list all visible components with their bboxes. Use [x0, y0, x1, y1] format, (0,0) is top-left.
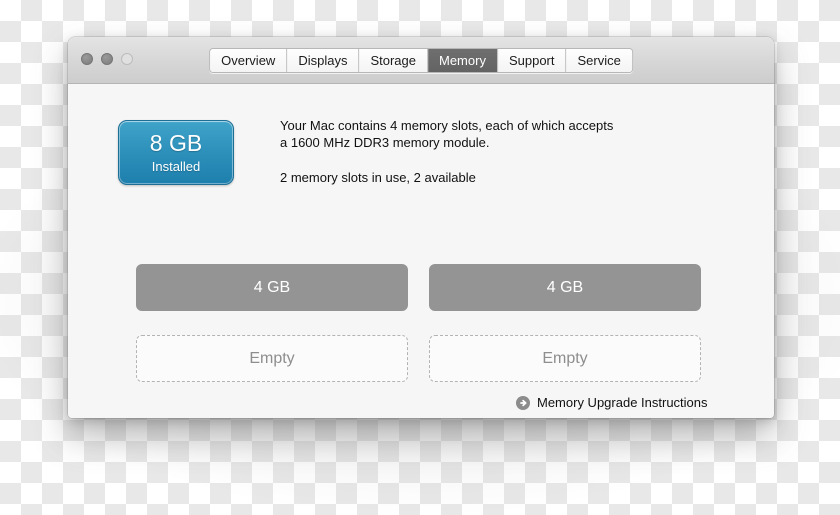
minimize-button[interactable]	[101, 53, 113, 65]
memory-upgrade-instructions-label: Memory Upgrade Instructions	[537, 395, 708, 410]
memory-description-line-1: Your Mac contains 4 memory slots, each o…	[280, 118, 614, 133]
installed-memory-state: Installed	[151, 159, 201, 174]
installed-memory-size: 8 GB	[149, 130, 203, 156]
tab-displays[interactable]: Displays	[286, 49, 359, 72]
tab-storage[interactable]: Storage	[358, 49, 427, 72]
memory-description: Your Mac contains 4 memory slots, each o…	[280, 117, 700, 186]
traffic-light-controls	[81, 53, 133, 65]
memory-upgrade-instructions-link[interactable]: Memory Upgrade Instructions	[516, 395, 708, 410]
zoom-button[interactable]	[121, 53, 133, 65]
memory-slot-2[interactable]: 4 GB	[429, 264, 701, 311]
memory-slot-1[interactable]: 4 GB	[136, 264, 408, 311]
memory-slot-grid: 4 GB 4 GB Empty Empty	[136, 264, 701, 382]
tab-service[interactable]: Service	[565, 49, 632, 72]
memory-slot-3[interactable]: Empty	[136, 335, 408, 382]
tab-overview[interactable]: Overview	[210, 49, 287, 72]
toolbar-tab-group: Overview Displays Storage Memory Support…	[209, 48, 633, 73]
about-this-mac-window: Overview Displays Storage Memory Support…	[68, 37, 774, 418]
window-titlebar: Overview Displays Storage Memory Support…	[68, 37, 774, 84]
memory-description-line-2: a 1600 MHz DDR3 memory module.	[280, 135, 490, 150]
circle-arrow-right-icon	[516, 395, 530, 410]
memory-pane: 8 GB Installed Your Mac contains 4 memor…	[68, 84, 774, 418]
tab-support[interactable]: Support	[496, 49, 566, 72]
memory-slots-summary: 2 memory slots in use, 2 available	[280, 170, 476, 185]
close-button[interactable]	[81, 53, 93, 65]
installed-memory-badge: 8 GB Installed	[118, 120, 234, 185]
memory-slot-4[interactable]: Empty	[429, 335, 701, 382]
tab-memory[interactable]: Memory	[427, 49, 497, 72]
